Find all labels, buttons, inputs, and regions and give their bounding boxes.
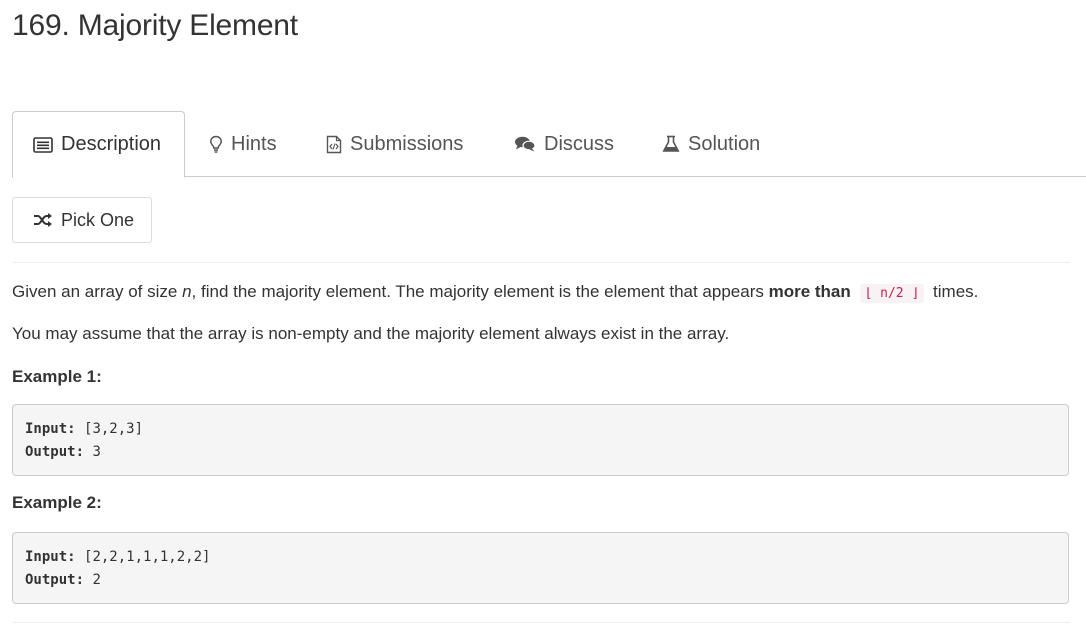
output-value: 3 (92, 444, 101, 460)
inline-code: ⌊ n/2 ⌋ (859, 284, 925, 303)
flask-icon (662, 135, 680, 153)
output-value: 2 (92, 572, 101, 588)
description-text: , find the majority element. The majorit… (191, 282, 769, 301)
tab-discuss[interactable]: Discuss (514, 111, 614, 177)
input-value: [2,2,1,1,1,2,2] (84, 549, 211, 565)
input-value: [3,2,3] (84, 421, 144, 437)
tab-description[interactable]: Description (12, 111, 185, 178)
example-1-code-block: Input: [3,2,3] Output: 3 (12, 404, 1069, 476)
variable-n: n (182, 282, 192, 301)
divider (12, 622, 1070, 623)
input-label: Input: (25, 421, 76, 437)
pick-one-label: Pick One (61, 209, 135, 230)
lightbulb-icon (209, 135, 223, 153)
example-2-code-block: Input: [2,2,1,1,1,2,2] Output: 2 (12, 532, 1069, 604)
output-label: Output: (25, 444, 85, 460)
tab-hints-label: Hints (231, 132, 277, 155)
description-paragraph-1: Given an array of size n, find the major… (12, 280, 978, 306)
comments-icon (514, 135, 536, 153)
input-label: Input: (25, 549, 76, 565)
emphasis-text: more than (768, 282, 851, 301)
list-icon (33, 136, 53, 153)
description-text: Given an array of size (12, 282, 183, 301)
tab-bar: Description Hints Submissions Discuss So… (12, 111, 1086, 178)
tab-submissions-label: Submissions (350, 132, 464, 155)
tab-hints[interactable]: Hints (209, 111, 277, 177)
shuffle-icon (33, 213, 53, 227)
page-title: 169. Majority Element (12, 9, 298, 42)
code-file-icon (326, 135, 342, 154)
description-text: times. (933, 282, 979, 301)
tab-submissions[interactable]: Submissions (326, 111, 463, 177)
tab-solution[interactable]: Solution (662, 111, 760, 177)
tab-description-label: Description (61, 133, 162, 155)
example-1-title: Example 1: (12, 367, 102, 386)
description-paragraph-2: You may assume that the array is non-emp… (12, 324, 730, 343)
pick-one-button[interactable]: Pick One (12, 197, 152, 243)
divider (12, 262, 1070, 263)
tab-discuss-label: Discuss (544, 132, 615, 155)
example-2-title: Example 2: (12, 493, 102, 512)
tab-solution-label: Solution (688, 132, 761, 155)
output-label: Output: (25, 572, 85, 588)
